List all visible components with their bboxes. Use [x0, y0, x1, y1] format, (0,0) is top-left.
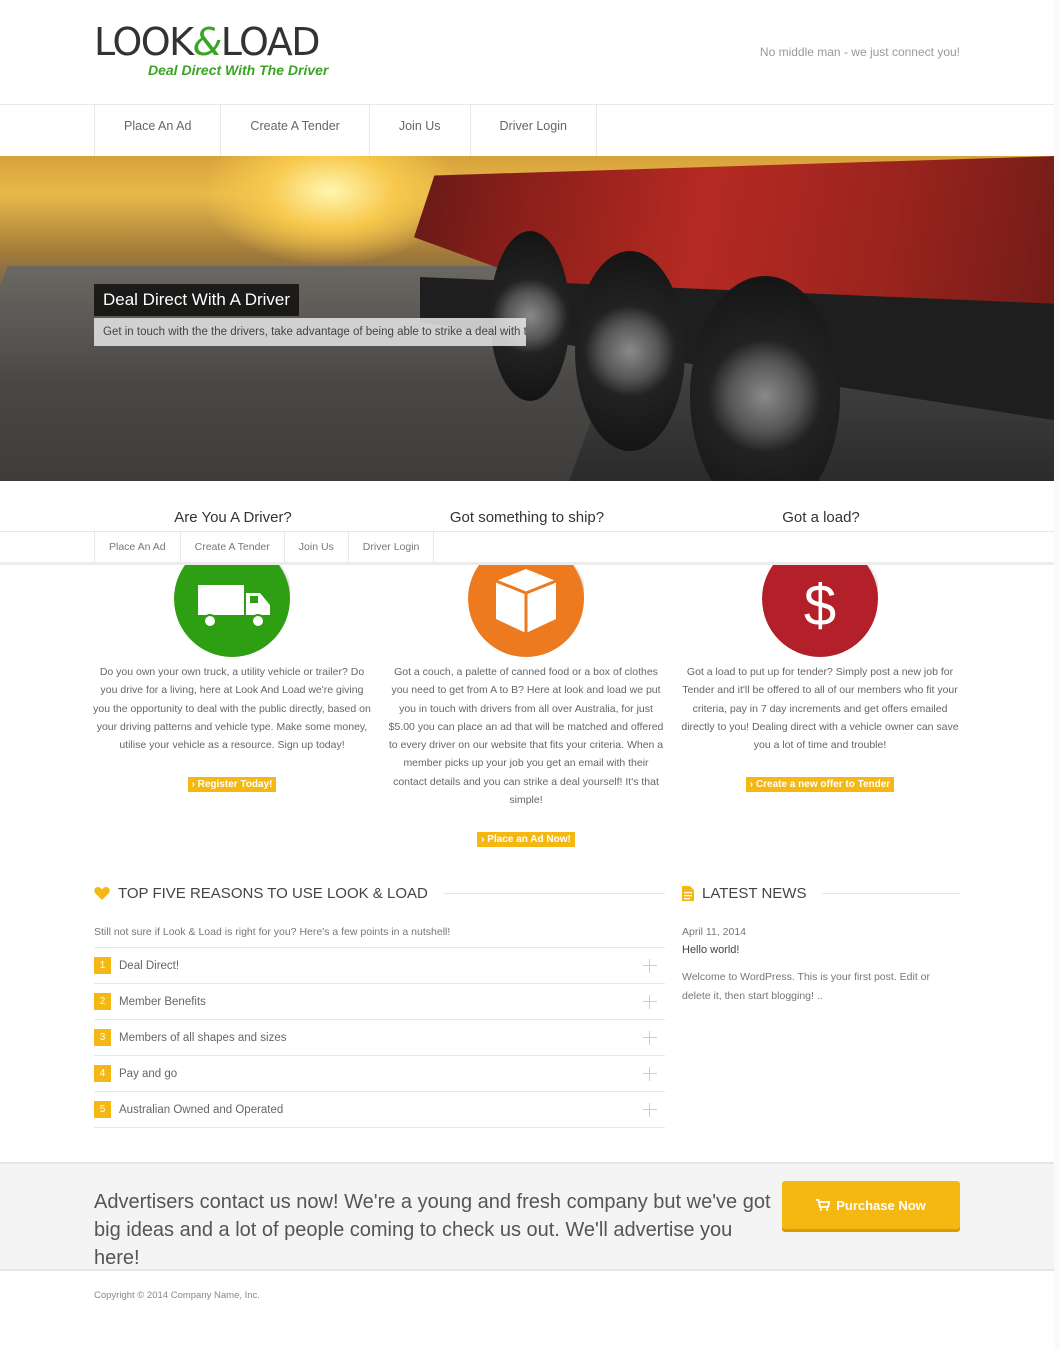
site-logo[interactable]: LOOK&LOAD Deal Direct With The Driver: [94, 20, 344, 80]
reasons-intro: Still not sure if Look & Load is right f…: [94, 926, 451, 938]
nav-item-place-an-ad[interactable]: Place An Ad: [94, 105, 220, 156]
advertise-text: Advertisers contact us now! We're a youn…: [94, 1191, 771, 1269]
hero-caption: Get in touch with the the drivers, take …: [94, 318, 526, 346]
ship-column: Got a couch, a palette of canned food or…: [386, 565, 666, 848]
news-section: LATEST NEWS April 11, 2014 Hello world! …: [682, 880, 960, 1005]
driver-text: Do you own your own truck, a utility veh…: [93, 666, 371, 752]
main-navigation: Place An Ad Create A Tender Join Us Driv…: [0, 105, 1060, 156]
hero-sunset: [200, 156, 460, 266]
subnav-item-join-us[interactable]: Join Us: [283, 532, 348, 564]
nav-item-create-a-tender[interactable]: Create A Tender: [220, 105, 368, 156]
nav-item-join-us[interactable]: Join Us: [368, 105, 470, 156]
reasons-heading: TOP FIVE REASONS TO USE LOOK & LOAD: [118, 884, 428, 902]
header-tagline: No middle man - we just connect you!: [759, 45, 960, 59]
scrollbar[interactable]: [1054, 0, 1060, 1350]
hero-slider: Deal Direct With A Driver Get in touch w…: [0, 156, 1054, 481]
svg-text:$: $: [804, 573, 836, 638]
topics-bar: Are You A Driver? Got something to ship?…: [0, 481, 1060, 565]
news-excerpt: Welcome to WordPress. This is your first…: [682, 971, 930, 1002]
news-post-title[interactable]: Hello world!: [682, 944, 960, 956]
plus-icon[interactable]: [643, 958, 657, 973]
load-column: $ Got a load to put up for tender? Simpl…: [680, 565, 960, 793]
nav-item-driver-login[interactable]: Driver Login: [469, 105, 597, 156]
reasons-section: TOP FIVE REASONS TO USE LOOK & LOAD Stil…: [94, 880, 665, 1128]
accordion-item[interactable]: 2 Member Benefits: [94, 984, 665, 1020]
plus-icon[interactable]: [643, 1066, 657, 1081]
driver-column: Do you own your own truck, a utility veh…: [92, 565, 372, 793]
ship-text: Got a couch, a palette of canned food or…: [388, 666, 664, 807]
purchase-now-button[interactable]: Purchase Now: [782, 1181, 960, 1229]
footer-copyright: Copyright © 2014 Company Name, Inc.: [94, 1290, 260, 1301]
site-header: LOOK&LOAD Deal Direct With The Driver No…: [0, 0, 1060, 105]
dollar-icon: $: [762, 565, 878, 657]
register-today-button[interactable]: › Register Today!: [187, 777, 277, 793]
accordion-item[interactable]: 3 Members of all shapes and sizes: [94, 1020, 665, 1056]
plus-icon[interactable]: [643, 1102, 657, 1117]
load-heading: Got a load?: [782, 509, 860, 526]
plus-icon[interactable]: [643, 994, 657, 1009]
create-tender-offer-button[interactable]: › Create a new offer to Tender: [745, 777, 895, 793]
truck-icon: [174, 565, 290, 657]
accordion-item[interactable]: 5 Australian Owned and Operated: [94, 1092, 665, 1128]
hero-title: Deal Direct With A Driver: [94, 284, 300, 316]
truck-wheel: [490, 231, 570, 401]
load-text: Got a load to put up for tender? Simply …: [681, 666, 959, 752]
news-heading: LATEST NEWS: [702, 884, 807, 902]
document-icon: [682, 885, 694, 901]
subnav-item-place-an-ad[interactable]: Place An Ad: [94, 532, 180, 564]
logo-tagline: Deal Direct With The Driver: [148, 62, 329, 78]
plus-icon[interactable]: [643, 1030, 657, 1045]
ship-heading: Got something to ship?: [449, 509, 605, 526]
advertise-banner: Advertisers contact us now! We're a youn…: [0, 1162, 1060, 1271]
accordion-item[interactable]: 4 Pay and go: [94, 1056, 665, 1092]
accordion-item[interactable]: 1 Deal Direct!: [94, 948, 665, 984]
place-an-ad-now-button[interactable]: › Place an Ad Now!: [477, 832, 575, 848]
subnav-item-driver-login[interactable]: Driver Login: [347, 532, 435, 564]
heart-icon: [94, 886, 110, 900]
secondary-navigation: Place An Ad Create A Tender Join Us Driv…: [0, 531, 1060, 565]
news-date: April 11, 2014: [682, 926, 747, 938]
subnav-item-create-a-tender[interactable]: Create A Tender: [179, 532, 284, 564]
reasons-accordion: 1 Deal Direct! 2 Member Benefits 3 Membe…: [94, 947, 665, 1128]
truck-wheel: [575, 251, 685, 451]
driver-heading: Are You A Driver?: [174, 509, 292, 526]
box-icon: [468, 565, 584, 657]
cart-icon: [816, 1199, 831, 1211]
